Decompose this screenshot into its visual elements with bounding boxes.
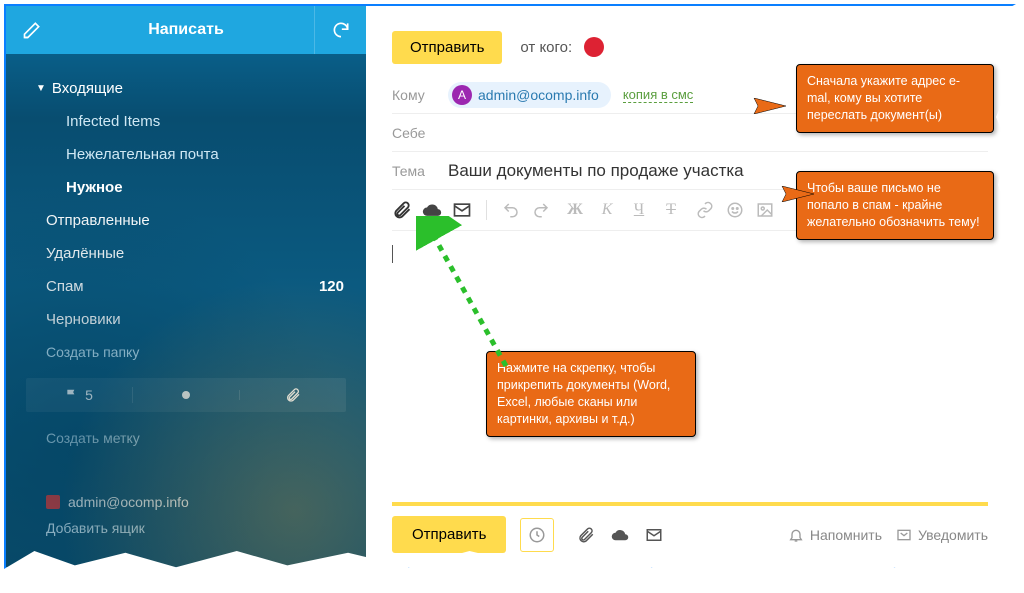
folder-spam[interactable]: Спам 120 [6,270,366,303]
attach-icon[interactable] [392,200,412,220]
subject-label: Тема [392,163,448,179]
callout-pointer-1 [746,98,786,114]
folder-deleted[interactable]: Удалённые [6,237,366,270]
emoji-icon[interactable] [725,200,745,220]
redo-icon[interactable] [531,200,551,220]
text-cursor [392,245,393,263]
create-folder[interactable]: Создать папку [6,336,366,368]
folder-drafts[interactable]: Черновики [6,303,366,336]
from-label: от кого: [520,39,572,56]
callout-attach: Нажмите на скрепку, чтобы прикрепить док… [486,351,696,437]
folder-important[interactable]: Нужное [6,171,366,204]
image-icon[interactable] [755,200,775,220]
folder-inbox[interactable]: ▼Входящие [6,72,366,105]
account-indicator-icon [46,495,60,509]
cloud-icon-bottom[interactable] [610,525,630,545]
cloud-icon[interactable] [422,200,442,220]
unread-segment[interactable] [133,390,240,400]
copy-sms-link[interactable]: копия в смс [623,87,693,103]
self-label: Себе [392,125,448,141]
recipient-chip[interactable]: A admin@ocomp.info [448,82,611,108]
app-window: Написать ▼Входящие Infected Items Нежела… [4,4,1016,569]
flags-segment[interactable]: 5 [26,387,133,403]
add-mailbox[interactable]: Добавить ящик [6,514,366,544]
remind-button[interactable]: Напомнить [788,527,882,543]
flag-count: 5 [85,387,93,403]
folder-infected[interactable]: Infected Items [6,105,366,138]
strike-icon[interactable]: Т [661,200,681,220]
folder-list: ▼Входящие Infected Items Нежелательная п… [6,54,366,368]
compose-icon[interactable] [6,6,58,54]
compose-row: Написать [6,6,366,54]
compose-label: Написать [148,21,224,39]
italic-icon[interactable]: К [597,200,617,220]
link-icon[interactable] [695,200,715,220]
folder-inbox-label: Входящие [52,80,123,97]
spam-count: 120 [319,278,344,295]
callout-subject: Чтобы ваше письмо не попало в спам - кра… [796,171,994,240]
schedule-button[interactable] [520,518,554,552]
mail-icon-bottom[interactable] [644,525,664,545]
sidebar: Написать ▼Входящие Infected Items Нежела… [6,6,366,567]
create-label[interactable]: Создать метку [6,422,366,454]
compose-button[interactable]: Написать [58,6,314,54]
notify-button[interactable]: Уведомить [896,527,988,543]
underline-icon[interactable]: Ч [629,200,649,220]
folder-junk[interactable]: Нежелательная почта [6,138,366,171]
attachments-segment[interactable] [240,387,346,403]
recipient-email: admin@ocomp.info [478,87,599,103]
undo-icon[interactable] [501,200,521,220]
refresh-button[interactable] [314,6,366,54]
callout-pointer-2 [774,186,814,202]
mail-icon[interactable] [452,200,472,220]
toolbar-separator [486,200,487,220]
send-button-bottom[interactable]: Отправить [392,516,506,553]
from-avatar-icon [584,37,604,57]
folder-sent[interactable]: Отправленные [6,204,366,237]
send-button-top[interactable]: Отправить [392,31,502,64]
callout-recipient: Сначала укажите адрес e-mal, кому вы хот… [796,64,994,133]
sidebar-icon-bar: 5 [26,378,346,412]
bold-icon[interactable]: Ж [565,200,585,220]
to-label: Кому [392,87,448,103]
account-row[interactable]: admin@ocomp.info [6,484,366,514]
attach-icon-bottom[interactable] [576,525,596,545]
top-send-row: Отправить от кого: [392,28,988,66]
account-email: admin@ocomp.info [68,494,189,510]
recipient-avatar: A [452,85,472,105]
